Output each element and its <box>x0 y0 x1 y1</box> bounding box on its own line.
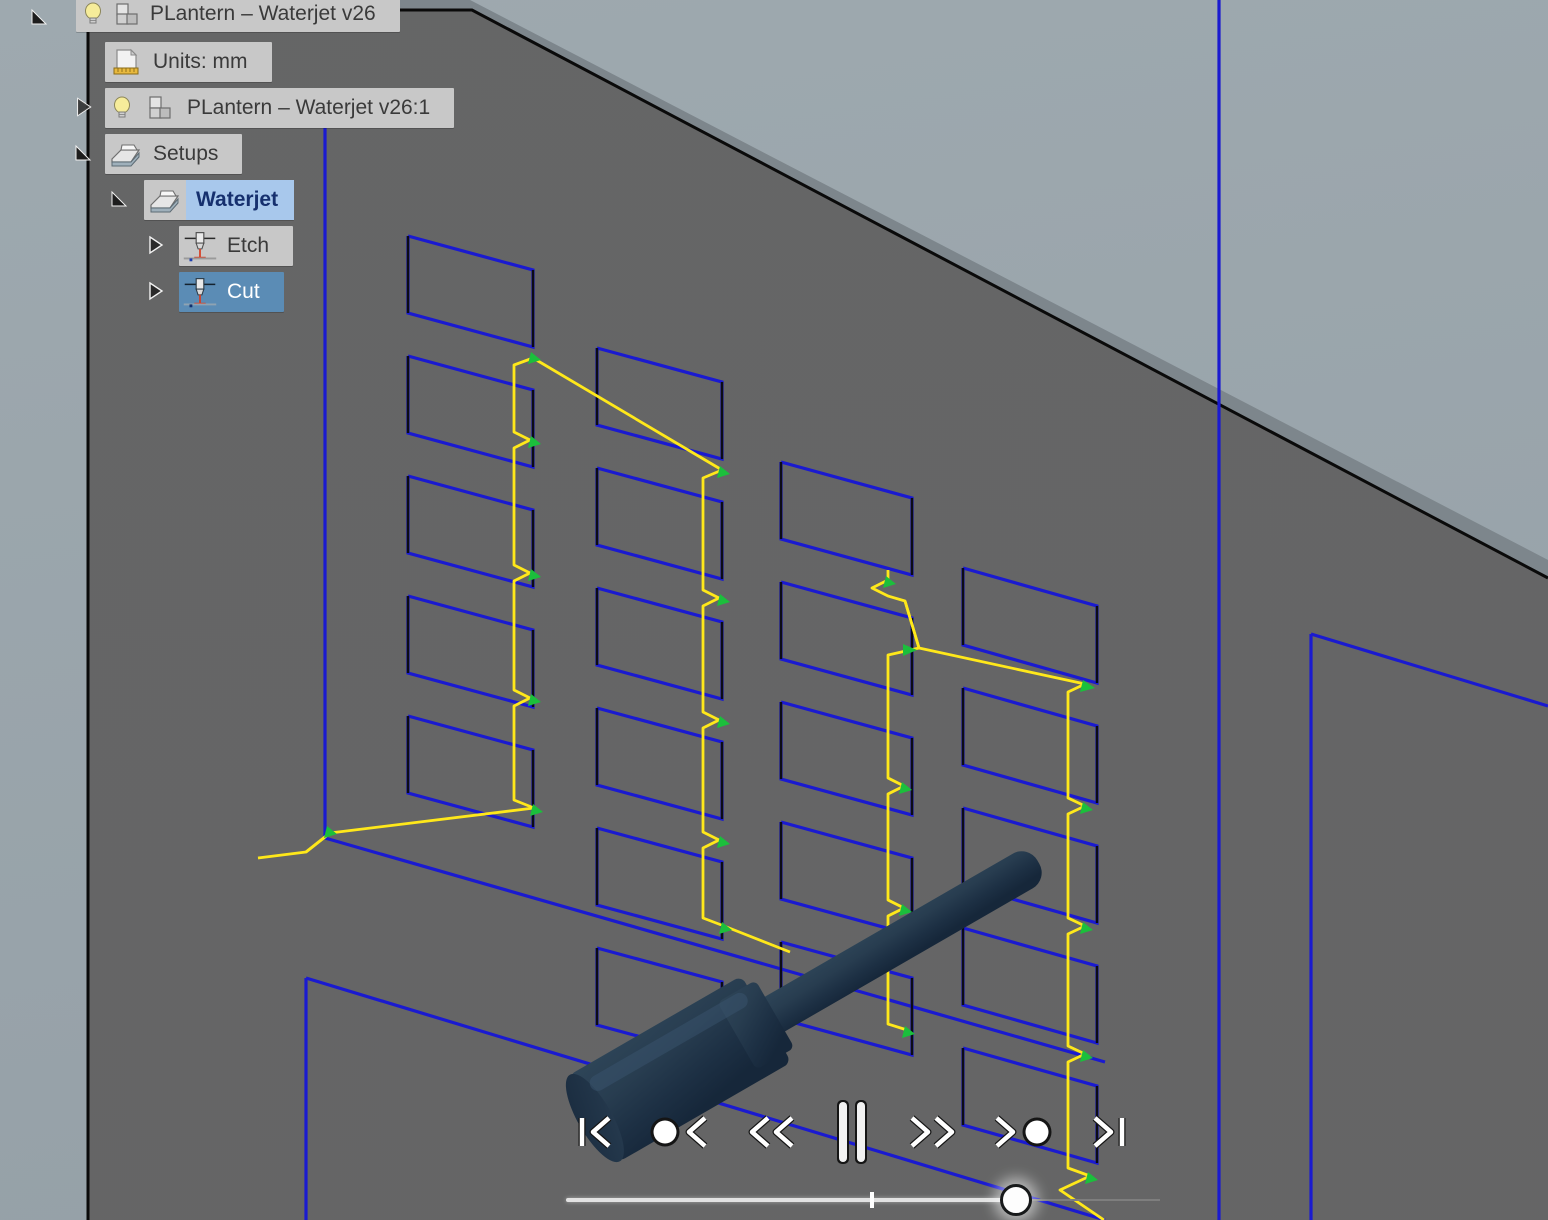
tree-item-label-etch: Etch <box>227 234 270 257</box>
tree-row-setup-waterjet[interactable]: Waterjet <box>0 176 540 222</box>
tree-row-component[interactable]: PLantern – Waterjet v26:1 <box>0 84 540 130</box>
slider-track-remaining[interactable] <box>1017 1199 1160 1201</box>
chevron-collapsed-icon[interactable] <box>72 96 94 118</box>
step-backward-button[interactable] <box>730 1095 816 1169</box>
next-operation-button[interactable] <box>974 1095 1070 1169</box>
tree-row-root[interactable]: PLantern – Waterjet v26 <box>0 0 540 38</box>
playback-button-row[interactable] <box>560 1092 1160 1172</box>
component-icon[interactable] <box>110 0 144 32</box>
skip-to-start-button[interactable] <box>560 1095 634 1169</box>
tree-item-label-component: PLantern – Waterjet v26:1 <box>187 96 431 119</box>
browser-tree[interactable]: PLantern – Waterjet v26 Units: mm PLante… <box>0 0 540 314</box>
tree-item-label-units: Units: mm <box>153 50 248 73</box>
slider-tick-marker <box>870 1192 874 1208</box>
chevron-collapsed-icon[interactable] <box>144 234 166 256</box>
tree-item-cut-chip[interactable]: Cut <box>179 272 284 312</box>
waterjet-nozzle-icon[interactable] <box>179 272 221 312</box>
simulation-playback-toolbar[interactable] <box>560 1092 1160 1220</box>
lightbulb-icon[interactable] <box>76 0 110 32</box>
tree-row-setups[interactable]: Setups <box>0 130 540 176</box>
tree-row-operation-etch[interactable]: Etch <box>0 222 540 268</box>
chevron-expanded-icon[interactable] <box>28 6 50 28</box>
waterjet-nozzle-icon[interactable] <box>179 226 221 266</box>
simulation-progress-slider[interactable] <box>560 1180 1160 1220</box>
lightbulb-icon[interactable] <box>105 88 139 128</box>
previous-operation-button[interactable] <box>634 1095 730 1169</box>
setup-icon[interactable] <box>144 180 186 220</box>
skip-to-end-button[interactable] <box>1070 1095 1144 1169</box>
chevron-collapsed-icon[interactable] <box>144 280 166 302</box>
tree-item-label-cut: Cut <box>227 280 260 303</box>
slider-track-filled[interactable] <box>566 1198 1017 1202</box>
tree-root-label: PLantern – Waterjet v26 <box>150 2 376 25</box>
chevron-expanded-icon[interactable] <box>108 188 130 210</box>
pause-button[interactable] <box>816 1095 888 1169</box>
tree-row-units[interactable]: Units: mm <box>0 38 540 84</box>
tree-item-label-setups: Setups <box>153 142 219 165</box>
setups-folder-icon[interactable] <box>105 134 147 174</box>
tree-row-operation-cut[interactable]: Cut <box>0 268 540 314</box>
tree-item-label-waterjet: Waterjet <box>186 180 295 220</box>
fusion-cam-window: PLantern – Waterjet v26 Units: mm PLante… <box>0 0 1548 1220</box>
slider-thumb[interactable] <box>1000 1184 1032 1216</box>
component-icon[interactable] <box>139 88 181 128</box>
step-forward-button[interactable] <box>888 1095 974 1169</box>
chevron-expanded-icon[interactable] <box>72 142 94 164</box>
document-ruler-icon[interactable] <box>105 42 147 82</box>
